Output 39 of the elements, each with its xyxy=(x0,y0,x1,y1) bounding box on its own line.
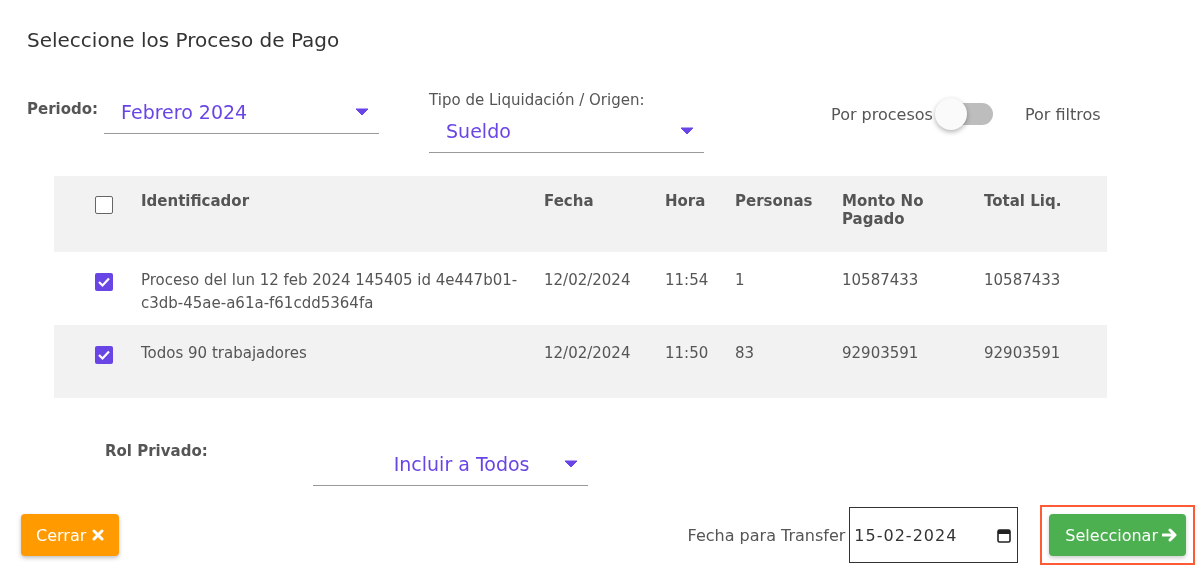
column-header: Monto No Pagado xyxy=(842,192,924,228)
toggle-thumb[interactable] xyxy=(934,98,967,130)
table-cell: 10587433 xyxy=(984,271,1061,289)
caret-icon xyxy=(563,459,578,468)
table-cell: 10587433 xyxy=(842,271,919,289)
checkbox[interactable] xyxy=(95,273,113,291)
date-field[interactable]: 15-02-2024 xyxy=(849,507,1019,563)
period-dropdown[interactable]: Febrero 2024 xyxy=(104,90,380,134)
toggle-label: Por filtros xyxy=(1024,104,1101,124)
field-label: Tipo de Liquidación / Origen: xyxy=(429,91,646,109)
table-cell: Todos 90 trabajadores xyxy=(141,344,307,362)
table-cell: Proceso del lun 12 feb 2024 145405 id 4e447b01-c3db-45ae-a61a-f61cdd5364fa xyxy=(141,271,518,312)
table-cell: 92903591 xyxy=(842,344,919,362)
arrow-right-icon xyxy=(1162,528,1178,542)
column-header: Identificador xyxy=(141,192,250,210)
caret-icon xyxy=(355,107,370,116)
field-label: Rol Privado: xyxy=(105,442,208,462)
type-dropdown[interactable]: Sueldo xyxy=(429,109,705,153)
table-cell: 92903591 xyxy=(984,344,1061,362)
table-cell: 1 xyxy=(735,271,745,289)
field-label: Fecha para Transfer xyxy=(687,525,846,545)
table-cell: 12/02/2024 xyxy=(544,271,631,289)
column-header: Personas xyxy=(735,192,813,210)
checkbox[interactable] xyxy=(95,346,113,364)
column-header: Hora xyxy=(665,192,706,210)
table-cell: 83 xyxy=(735,344,755,362)
caret-icon xyxy=(680,126,695,135)
close-icon xyxy=(92,529,105,541)
column-header: Total Liq. xyxy=(984,192,1062,210)
page-title: Seleccione los Proceso de Pago xyxy=(27,28,341,52)
checkbox[interactable] xyxy=(95,196,113,214)
role-dropdown[interactable]: Incluir a Todos xyxy=(312,442,588,486)
field-label: Periodo: xyxy=(27,100,99,118)
table-cell: 11:50 xyxy=(665,344,709,362)
table-cell: 11:54 xyxy=(665,271,709,289)
column-header: Fecha xyxy=(544,192,594,210)
table-cell: 12/02/2024 xyxy=(544,344,631,362)
calendar-icon[interactable] xyxy=(997,527,1012,543)
toggle-label: Por procesos xyxy=(831,104,933,124)
